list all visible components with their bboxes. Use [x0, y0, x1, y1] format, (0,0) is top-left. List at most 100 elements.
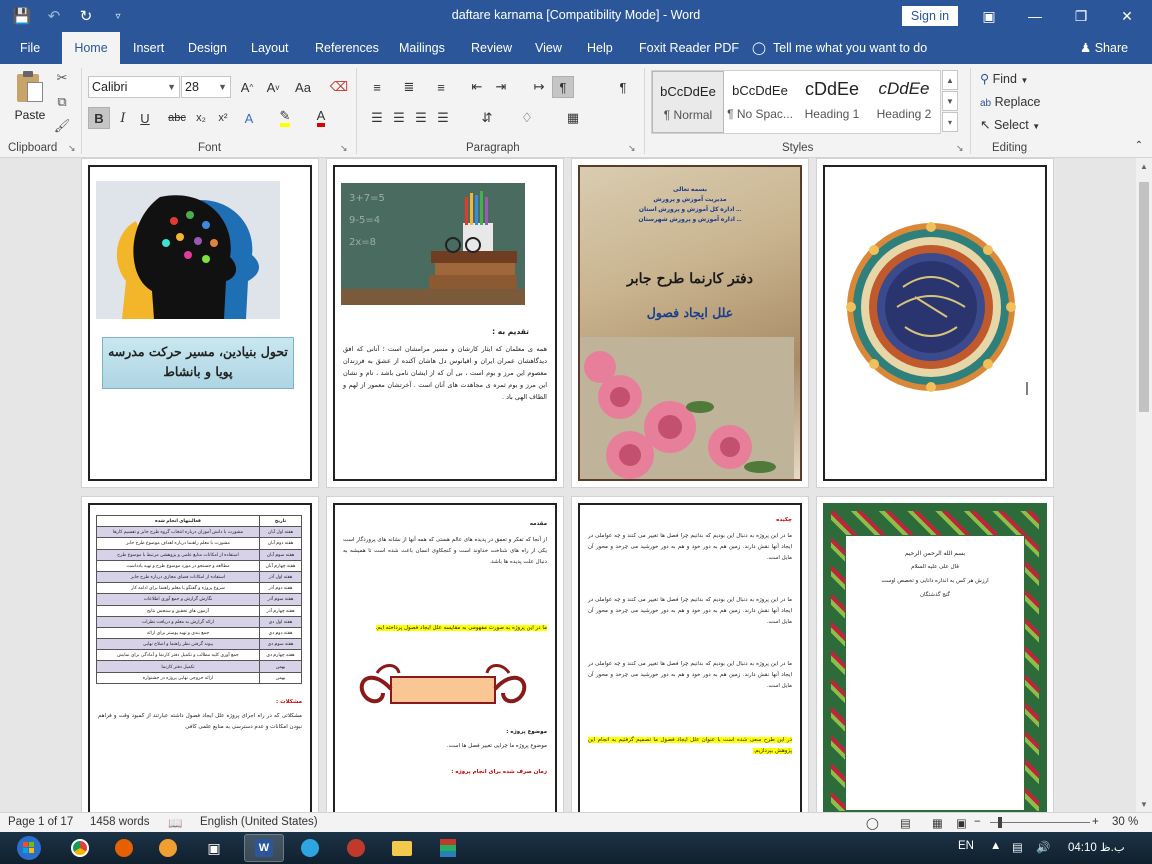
- ltr-direction-icon[interactable]: ↦: [528, 76, 550, 98]
- undo-icon[interactable]: ↶: [40, 4, 68, 28]
- scroll-down-icon[interactable]: ▼: [1136, 796, 1152, 812]
- read-mode-icon[interactable]: ▤: [900, 816, 911, 830]
- subscript-icon[interactable]: x₂: [190, 107, 212, 129]
- justify-icon[interactable]: ☰: [432, 107, 454, 129]
- zoom-level[interactable]: 30 %: [1112, 816, 1138, 828]
- scroll-thumb[interactable]: [1139, 182, 1149, 412]
- find-button[interactable]: ⚲ Find ▼: [980, 68, 1028, 90]
- shrink-font-icon[interactable]: Av: [262, 76, 284, 98]
- increase-indent-icon[interactable]: ⇥: [490, 76, 512, 98]
- align-right-icon[interactable]: ☰: [410, 107, 432, 129]
- cut-icon[interactable]: ✂: [52, 68, 72, 88]
- styles-more-icon[interactable]: ▾: [942, 112, 958, 132]
- style-heading-1[interactable]: cDdEe Heading 1: [796, 71, 868, 133]
- save-icon[interactable]: 💾: [8, 4, 36, 28]
- proofing-icon[interactable]: 📖: [168, 816, 182, 830]
- focus-mode-icon[interactable]: ◯: [866, 816, 879, 830]
- web-layout-icon[interactable]: ▣: [956, 816, 967, 830]
- tab-foxit[interactable]: Foxit Reader PDF: [631, 32, 747, 64]
- winrar-icon[interactable]: [428, 834, 468, 862]
- vertical-scrollbar[interactable]: ▲ ▼: [1136, 158, 1152, 812]
- tab-references[interactable]: References: [307, 32, 387, 64]
- highlight-color-icon[interactable]: ✎: [274, 107, 296, 129]
- customize-qat-icon[interactable]: ▿: [104, 4, 132, 28]
- zoom-in-icon[interactable]: +: [1092, 816, 1099, 828]
- start-button[interactable]: [4, 834, 54, 862]
- document-canvas[interactable]: بسمه تعالی مدیریت آموزش و پرورش اداره کل…: [0, 158, 1136, 812]
- line-spacing-icon[interactable]: ⇵: [476, 107, 498, 129]
- tab-view[interactable]: View: [527, 32, 570, 64]
- page-7[interactable]: مقدمه از آنجا که تفکر و تعمق در پدیده ها…: [326, 496, 564, 812]
- page-count[interactable]: Page 1 of 17: [8, 816, 73, 828]
- word-app-icon[interactable]: W: [244, 834, 284, 862]
- font-family-combo[interactable]: Calibri ▼: [88, 76, 180, 98]
- styles-scroll-down-icon[interactable]: ▼: [942, 91, 958, 111]
- text-effects-icon[interactable]: A: [238, 107, 260, 129]
- page-4[interactable]: تحول بنیادین، مسیر حرکت مدرسه پویا و بان…: [81, 158, 319, 488]
- telegram-icon[interactable]: [290, 834, 330, 862]
- styles-launcher-icon[interactable]: ↘: [956, 143, 964, 154]
- bullets-icon[interactable]: ≡: [366, 76, 388, 98]
- change-case-icon[interactable]: Aa: [292, 76, 314, 98]
- firefox-icon[interactable]: [104, 834, 144, 862]
- decrease-indent-icon[interactable]: ⇤: [466, 76, 488, 98]
- align-left-icon[interactable]: ☰: [366, 107, 388, 129]
- close-button[interactable]: ✕: [1104, 0, 1150, 32]
- ribbon-display-options-icon[interactable]: ▣: [966, 0, 1012, 32]
- paste-button[interactable]: Paste: [8, 68, 52, 138]
- clear-formatting-icon[interactable]: ⌫: [328, 76, 350, 98]
- share-button[interactable]: ♟ Share: [1080, 32, 1128, 64]
- strikethrough-button[interactable]: abc: [166, 107, 188, 129]
- show-formatting-marks-icon[interactable]: ¶: [612, 76, 634, 98]
- file-explorer-icon[interactable]: [382, 834, 422, 862]
- tab-file[interactable]: File: [12, 32, 48, 64]
- style-normal[interactable]: bCcDdEe ¶ Normal: [652, 71, 724, 133]
- page-8[interactable]: تاریخ فعالیتهای انجام شده هفته اول آبان م…: [81, 496, 319, 812]
- font-color-icon[interactable]: A: [310, 107, 332, 129]
- superscript-icon[interactable]: x²: [212, 107, 234, 129]
- tab-mailings[interactable]: Mailings: [391, 32, 453, 64]
- styles-scroll-up-icon[interactable]: ▲: [942, 70, 958, 90]
- multilevel-list-icon[interactable]: ≡: [430, 76, 452, 98]
- page-6[interactable]: چکیده ما در این پروژه به دنبال این بودیم…: [571, 496, 809, 812]
- zoom-slider-thumb[interactable]: [998, 817, 1002, 828]
- chrome-icon[interactable]: [60, 834, 100, 862]
- font-size-combo[interactable]: 28 ▼: [181, 76, 231, 98]
- page-3[interactable]: 3+7=5 9-5=4 2x=8 تقدیم به: همه ی معلمان…: [326, 158, 564, 488]
- tell-me-box[interactable]: ◯ Tell me what you want to do: [752, 32, 927, 64]
- redo-icon[interactable]: ↻: [72, 4, 100, 28]
- tab-design[interactable]: Design: [180, 32, 235, 64]
- collapse-ribbon-icon[interactable]: ⌃: [1128, 134, 1150, 156]
- app-red-icon[interactable]: [336, 834, 376, 862]
- style-heading-2[interactable]: cDdEe Heading 2: [868, 71, 940, 133]
- restore-button[interactable]: ❐: [1058, 0, 1104, 32]
- app-icon[interactable]: [148, 834, 188, 862]
- tab-layout[interactable]: Layout: [243, 32, 297, 64]
- replace-button[interactable]: ab Replace: [980, 91, 1040, 113]
- word-count[interactable]: 1458 words: [90, 816, 149, 828]
- format-painter-icon[interactable]: 🖌: [52, 116, 72, 136]
- grow-font-icon[interactable]: A ^: [236, 76, 258, 98]
- select-button[interactable]: ↖ Select ▼: [980, 114, 1040, 136]
- bold-button[interactable]: B: [88, 107, 110, 129]
- tab-insert[interactable]: Insert: [125, 32, 172, 64]
- align-center-icon[interactable]: ☰: [388, 107, 410, 129]
- tab-home[interactable]: Home: [62, 32, 120, 64]
- zoom-slider[interactable]: [990, 822, 1090, 823]
- tab-help[interactable]: Help: [579, 32, 621, 64]
- page-1[interactable]: [816, 158, 1054, 488]
- volume-icon[interactable]: 🔊: [1036, 840, 1050, 854]
- tray-arrow-icon[interactable]: ▲: [990, 840, 1001, 852]
- minimize-button[interactable]: —: [1012, 0, 1058, 32]
- clipboard-launcher-icon[interactable]: ↘: [68, 143, 76, 154]
- italic-button[interactable]: I: [112, 107, 134, 129]
- zoom-out-icon[interactable]: −: [974, 816, 981, 828]
- rtl-direction-icon[interactable]: ¶: [552, 76, 574, 98]
- clock[interactable]: 04:10 ب.ظ: [1068, 840, 1125, 854]
- tab-review[interactable]: Review: [463, 32, 520, 64]
- numbering-icon[interactable]: ≣: [398, 76, 420, 98]
- borders-icon[interactable]: ▦: [562, 107, 584, 129]
- input-language[interactable]: EN: [958, 840, 974, 852]
- language-indicator[interactable]: English (United States): [200, 816, 318, 828]
- print-layout-icon[interactable]: ▦: [932, 816, 943, 830]
